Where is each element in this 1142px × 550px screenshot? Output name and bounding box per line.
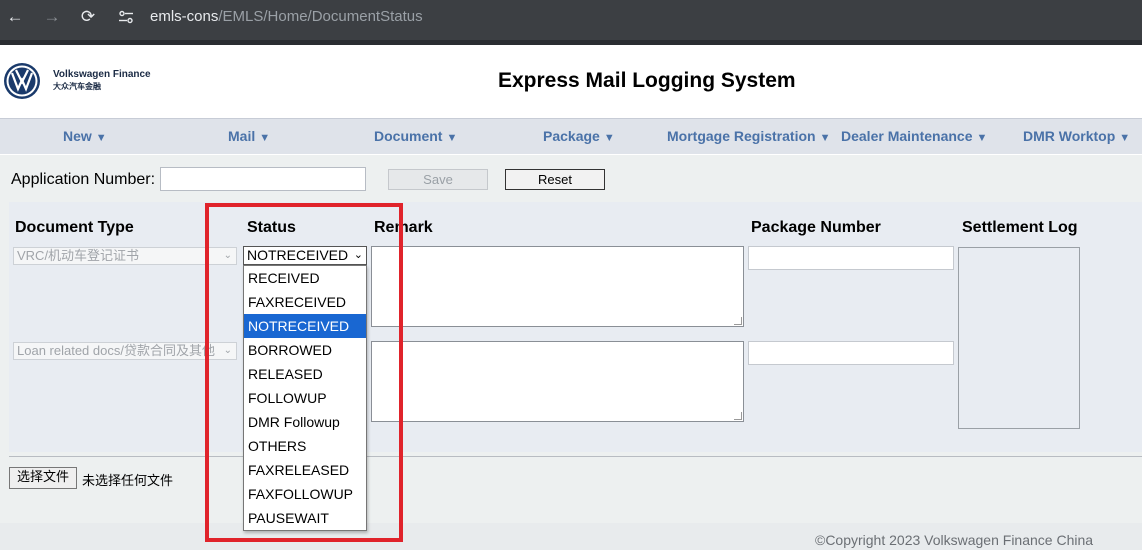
page-footer: ©Copyright 2023 Volkswagen Finance China bbox=[0, 523, 1142, 550]
chevron-down-icon: ⌄ bbox=[353, 249, 363, 261]
caret-down-icon: ▼ bbox=[259, 132, 271, 144]
status-option[interactable]: BORROWED bbox=[244, 338, 366, 362]
url-host: emls-cons bbox=[150, 8, 219, 25]
reload-icon[interactable]: ⟳ bbox=[79, 8, 97, 26]
document-type-select-1[interactable]: VRC/机动车登记证书 ⌄ bbox=[13, 247, 237, 265]
main-menu: New ▼ Mail ▼ Document ▼ Package ▼ Mortgage R… bbox=[0, 118, 1142, 154]
status-option[interactable]: OTHERS bbox=[244, 434, 366, 458]
forward-arrow-icon[interactable]: → bbox=[43, 8, 61, 26]
menu-new[interactable]: New ▼ bbox=[63, 128, 107, 144]
resize-grip-icon[interactable] bbox=[734, 317, 742, 325]
volkswagen-logo-icon bbox=[4, 63, 40, 99]
menu-dealer-maintenance[interactable]: Dealer Maintenance ▼ bbox=[841, 128, 987, 144]
menu-package[interactable]: Package ▼ bbox=[543, 128, 615, 144]
page-header: Volkswagen Finance 大众汽车金融 Express Mail L… bbox=[0, 45, 1142, 118]
menu-document-label: Document bbox=[374, 128, 443, 144]
status-option[interactable]: RECEIVED bbox=[244, 266, 366, 290]
logo-subtitle: 大众汽车金融 bbox=[53, 82, 101, 91]
caret-down-icon: ▼ bbox=[1119, 132, 1131, 144]
caret-down-icon: ▼ bbox=[603, 132, 615, 144]
file-status-text: 未选择任何文件 bbox=[82, 474, 174, 489]
header-document-type: Document Type bbox=[15, 219, 134, 236]
header-package-number: Package Number bbox=[751, 219, 881, 236]
chevron-down-icon: ⌄ bbox=[223, 250, 232, 261]
menu-document[interactable]: Document ▼ bbox=[374, 128, 457, 144]
status-value: NOTRECEIVED bbox=[247, 247, 349, 263]
status-option[interactable]: FAXFOLLOWUP bbox=[244, 482, 366, 506]
choose-file-button[interactable]: 选择文件 bbox=[9, 467, 77, 489]
section-divider bbox=[9, 456, 1142, 457]
document-status-panel: Document Type Status Remark Package Numb… bbox=[9, 202, 1142, 452]
caret-down-icon: ▼ bbox=[976, 132, 988, 144]
menu-dmr-worktop-label: DMR Worktop bbox=[1023, 128, 1116, 144]
menu-new-label: New bbox=[63, 128, 92, 144]
remark-textarea-2[interactable] bbox=[371, 341, 744, 422]
chevron-down-icon: ⌄ bbox=[223, 345, 232, 356]
settlement-log-box bbox=[958, 247, 1080, 429]
status-dropdown-list[interactable]: RECEIVED FAXRECEIVED NOTRECEIVED BORROWE… bbox=[243, 265, 367, 531]
package-number-input-1[interactable] bbox=[748, 246, 954, 270]
reset-button[interactable]: Reset bbox=[505, 169, 605, 190]
menu-dealer-maintenance-label: Dealer Maintenance bbox=[841, 128, 973, 144]
page-title: Express Mail Logging System bbox=[498, 69, 796, 92]
browser-toolbar: ← → ⟳ emls-cons/EMLS/Home/DocumentStatus bbox=[0, 0, 1142, 45]
header-status: Status bbox=[247, 219, 296, 236]
document-type-value: VRC/机动车登记证书 bbox=[17, 248, 140, 263]
header-settlement-log: Settlement Log bbox=[962, 219, 1078, 236]
main-content: Application Number: Save Reset Document … bbox=[0, 155, 1142, 523]
status-select-1[interactable]: NOTRECEIVED ⌄ bbox=[243, 246, 367, 265]
menu-mail[interactable]: Mail ▼ bbox=[228, 128, 270, 144]
menu-mail-label: Mail bbox=[228, 128, 256, 144]
url-text[interactable]: emls-cons/EMLS/Home/DocumentStatus bbox=[150, 8, 423, 25]
remark-textarea-1[interactable] bbox=[371, 246, 744, 327]
address-bar[interactable]: emls-cons/EMLS/Home/DocumentStatus bbox=[112, 4, 1142, 30]
site-settings-icon[interactable] bbox=[118, 9, 134, 25]
resize-grip-icon[interactable] bbox=[734, 412, 742, 420]
header-remark: Remark bbox=[374, 219, 433, 236]
menu-package-label: Package bbox=[543, 128, 600, 144]
menu-mortgage-registration-label: Mortgage Registration bbox=[667, 128, 816, 144]
document-type-value: Loan related docs/贷款合同及其他 bbox=[17, 343, 215, 358]
caret-down-icon: ▼ bbox=[446, 132, 458, 144]
logo-name: Volkswagen Finance bbox=[53, 69, 151, 80]
copyright-text: ©Copyright 2023 Volkswagen Finance China bbox=[815, 532, 1094, 548]
application-number-input[interactable] bbox=[160, 167, 366, 191]
caret-down-icon: ▼ bbox=[95, 132, 107, 144]
status-option-selected[interactable]: NOTRECEIVED bbox=[244, 314, 366, 338]
menu-dmr-worktop[interactable]: DMR Worktop ▼ bbox=[1023, 128, 1130, 144]
menu-mortgage-registration[interactable]: Mortgage Registration ▼ bbox=[667, 128, 830, 144]
status-option[interactable]: FAXRELEASED bbox=[244, 458, 366, 482]
status-option[interactable]: FAXRECEIVED bbox=[244, 290, 366, 314]
caret-down-icon: ▼ bbox=[819, 132, 831, 144]
status-option[interactable]: RELEASED bbox=[244, 362, 366, 386]
back-arrow-icon[interactable]: ← bbox=[6, 8, 24, 26]
status-option[interactable]: PAUSEWAIT bbox=[244, 506, 366, 530]
status-option[interactable]: DMR Followup bbox=[244, 410, 366, 434]
save-button[interactable]: Save bbox=[388, 169, 488, 190]
package-number-input-2[interactable] bbox=[748, 341, 954, 365]
status-option[interactable]: FOLLOWUP bbox=[244, 386, 366, 410]
url-path: /EMLS/Home/DocumentStatus bbox=[218, 8, 423, 25]
document-type-select-2[interactable]: Loan related docs/贷款合同及其他 ⌄ bbox=[13, 342, 237, 360]
application-number-label: Application Number: bbox=[11, 171, 156, 188]
